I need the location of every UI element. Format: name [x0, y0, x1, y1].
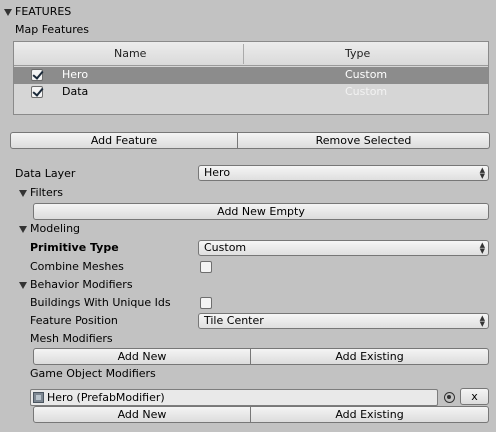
dropdown-arrows-icon: ▲ ▼: [479, 166, 485, 180]
remove-selected-button[interactable]: Remove Selected: [238, 132, 490, 149]
map-features-table: Name Type Hero Custom Data Custom: [13, 41, 489, 115]
data-layer-value: Hero: [204, 166, 231, 179]
unique-ids-checkbox[interactable]: [200, 297, 212, 309]
row-checkbox-hero[interactable]: [31, 69, 43, 81]
prefab-modifier-icon: [33, 392, 44, 403]
mesh-add-existing-button[interactable]: Add Existing: [251, 348, 489, 365]
combine-meshes-checkbox[interactable]: [200, 261, 212, 273]
row-type: Custom: [345, 85, 388, 98]
row-type: Custom: [345, 68, 388, 81]
column-header-name[interactable]: Name: [114, 47, 146, 61]
game-object-modifier-value: Hero (PrefabModifier): [47, 391, 165, 404]
add-feature-button[interactable]: Add Feature: [10, 132, 238, 149]
table-row-data[interactable]: Data Custom: [14, 84, 488, 101]
column-divider[interactable]: [243, 44, 244, 64]
mesh-modifiers-label: Mesh Modifiers: [30, 332, 113, 345]
behavior-modifiers-foldout-icon[interactable]: [19, 282, 27, 289]
features-header[interactable]: FEATURES: [15, 5, 71, 19]
unique-ids-label: Buildings With Unique Ids: [30, 296, 171, 309]
game-object-modifiers-label: Game Object Modifiers: [30, 367, 156, 380]
dropdown-arrows-icon: ▲ ▼: [479, 241, 485, 255]
table-header: Name Type: [14, 42, 488, 66]
game-object-modifier-field[interactable]: Hero (PrefabModifier): [30, 389, 438, 406]
modeling-foldout-icon[interactable]: [19, 226, 27, 233]
go-add-new-button[interactable]: Add New: [33, 406, 251, 423]
filters-label[interactable]: Filters: [30, 186, 63, 200]
features-foldout-icon[interactable]: [4, 9, 12, 16]
go-add-existing-button[interactable]: Add Existing: [251, 406, 489, 423]
dropdown-arrows-icon: ▲ ▼: [479, 314, 485, 328]
modeling-label[interactable]: Modeling: [30, 222, 80, 236]
map-features-label: Map Features: [15, 23, 90, 36]
filters-foldout-icon[interactable]: [19, 190, 27, 197]
feature-position-label: Feature Position: [30, 314, 118, 327]
feature-position-value: Tile Center: [204, 314, 264, 327]
column-header-type[interactable]: Type: [345, 47, 370, 61]
data-layer-label: Data Layer: [15, 167, 76, 180]
object-picker-icon[interactable]: [444, 392, 455, 403]
feature-position-dropdown[interactable]: Tile Center ▲ ▼: [198, 313, 489, 329]
mesh-add-new-button[interactable]: Add New: [33, 348, 251, 365]
primitive-type-value: Custom: [204, 241, 247, 254]
behavior-modifiers-label[interactable]: Behavior Modifiers: [30, 278, 133, 292]
primitive-type-dropdown[interactable]: Custom ▲ ▼: [198, 240, 489, 256]
data-layer-dropdown[interactable]: Hero ▲ ▼: [198, 165, 489, 181]
row-name: Data: [62, 85, 89, 98]
combine-meshes-label: Combine Meshes: [30, 260, 124, 273]
row-checkbox-data[interactable]: [31, 86, 43, 98]
add-new-empty-button[interactable]: Add New Empty: [33, 203, 489, 220]
remove-modifier-button[interactable]: x: [460, 388, 489, 405]
table-row-hero[interactable]: Hero Custom: [14, 67, 488, 84]
row-name: Hero: [62, 68, 89, 81]
primitive-type-label: Primitive Type: [30, 241, 119, 254]
